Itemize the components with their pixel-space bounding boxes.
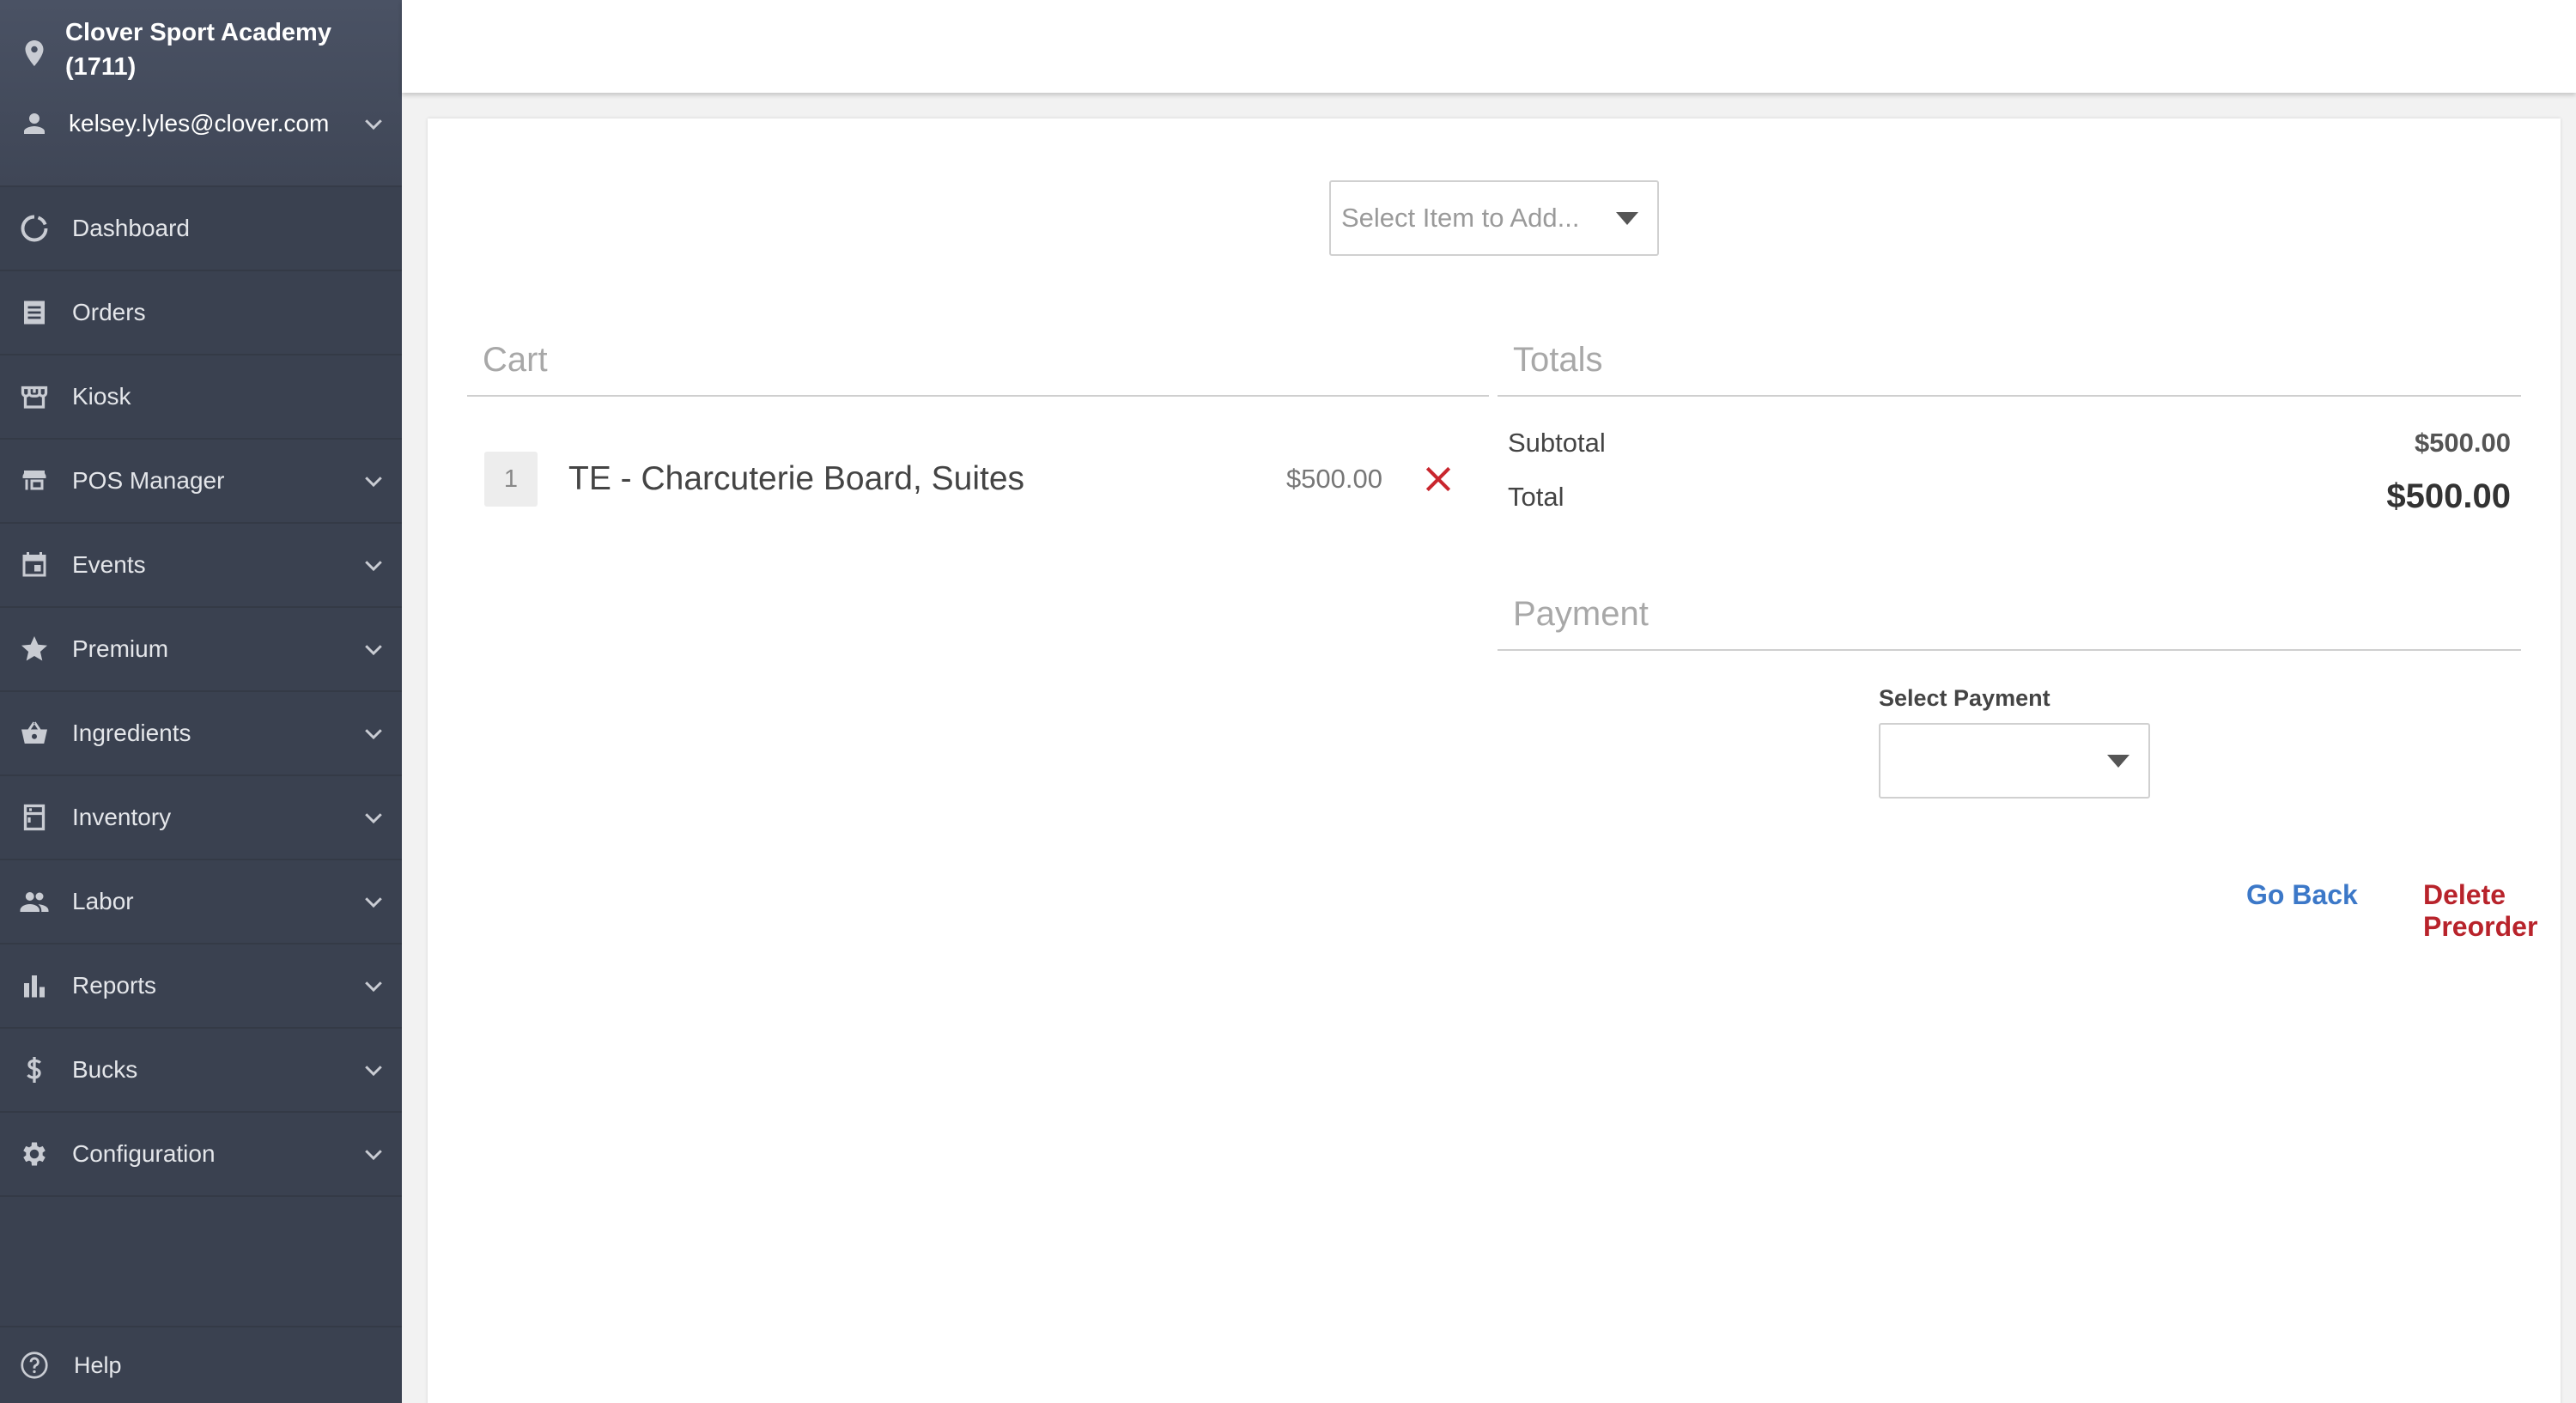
gear-icon (23, 1142, 46, 1166)
total-row: Total $500.00 (1508, 477, 2511, 516)
location-pin-icon (25, 40, 44, 66)
sidebar-item-label: Bucks (72, 1056, 138, 1083)
calendar-icon (22, 552, 46, 577)
sidebar-nav: Dashboard Orders Kiosk POS Manager Event… (0, 187, 402, 1197)
sidebar-item-label: Dashboard (72, 215, 190, 241)
sidebar-help[interactable]: Help (0, 1326, 402, 1403)
cart-item-price: $500.00 (1285, 464, 1382, 494)
caret-down-icon (1616, 211, 1638, 225)
sidebar-item-kiosk[interactable]: Kiosk (0, 355, 402, 440)
cart-item-row: 1 TE - Charcuterie Board, Suites $500.00 (484, 452, 1455, 507)
select-payment-label: Select Payment (1879, 685, 2050, 711)
chevron-down-icon[interactable] (361, 1057, 386, 1083)
go-back-button[interactable]: Go Back (2246, 879, 2358, 911)
cart-item-name: TE - Charcuterie Board, Suites (568, 460, 1025, 497)
user-email: kelsey.lyles@clover.com (69, 110, 330, 137)
sidebar-item-label: Ingredients (72, 720, 191, 746)
total-value: $500.00 (2386, 477, 2511, 515)
subtotal-label: Subtotal (1508, 428, 1606, 458)
sidebar-item-label: Labor (72, 888, 134, 914)
basket-icon (21, 721, 47, 744)
sidebar-item-label: POS Manager (72, 467, 225, 494)
delete-preorder-button[interactable]: Delete Preorder (2423, 879, 2561, 943)
payment-heading: Payment (1498, 579, 2521, 651)
dollar-icon (27, 1057, 42, 1083)
chevron-down-icon[interactable] (361, 889, 386, 914)
item-select-dropdown[interactable]: Select Item to Add... (1329, 180, 1659, 256)
venue-selector[interactable]: Clover Sport Academy (1711) (19, 15, 374, 84)
sidebar-item-pos-manager[interactable]: POS Manager (0, 440, 402, 524)
sidebar-header: Clover Sport Academy (1711) kelsey.lyles… (0, 0, 402, 187)
caret-down-icon (2107, 754, 2129, 768)
sidebar-item-label: Events (72, 551, 146, 578)
sidebar-item-events[interactable]: Events (0, 524, 402, 608)
chevron-down-icon[interactable] (361, 805, 386, 830)
star-icon (21, 636, 47, 661)
sidebar-item-label: Premium (72, 635, 169, 662)
help-label: Help (74, 1351, 122, 1378)
help-icon (21, 1351, 48, 1379)
chevron-down-icon[interactable] (361, 1141, 386, 1167)
item-select-placeholder: Select Item to Add... (1341, 203, 1580, 233)
sidebar-item-orders[interactable]: Orders (0, 271, 402, 355)
sidebar-item-reports[interactable]: Reports (0, 944, 402, 1029)
sidebar-item-label: Configuration (72, 1140, 216, 1167)
sidebar-item-bucks[interactable]: Bucks (0, 1029, 402, 1113)
inventory-icon (23, 804, 46, 831)
store-icon (22, 471, 46, 490)
user-icon (24, 113, 45, 134)
top-bar (402, 0, 2576, 93)
kiosk-icon (21, 386, 48, 409)
chevron-down-icon[interactable] (361, 552, 386, 578)
sidebar-item-label: Kiosk (72, 383, 131, 410)
cart-item-qty[interactable]: 1 (484, 452, 538, 507)
remove-item-icon[interactable] (1422, 463, 1455, 495)
chevron-down-icon[interactable] (361, 973, 386, 999)
totals-heading: Totals (1498, 325, 2521, 397)
sidebar-item-label: Reports (72, 972, 157, 999)
sidebar-item-configuration[interactable]: Configuration (0, 1113, 402, 1197)
dashboard-icon (21, 215, 48, 242)
chevron-down-icon[interactable] (361, 636, 386, 662)
subtotal-row: Subtotal $500.00 (1508, 428, 2511, 459)
chevron-down-icon[interactable] (361, 468, 386, 494)
payment-select-dropdown[interactable] (1879, 723, 2150, 799)
people-icon (20, 892, 49, 912)
chevron-down-icon[interactable] (361, 720, 386, 746)
sidebar-item-inventory[interactable]: Inventory (0, 776, 402, 860)
subtotal-value: $500.00 (2414, 428, 2511, 458)
venue-name: Clover Sport Academy (1711) (65, 19, 331, 81)
sidebar-item-premium[interactable]: Premium (0, 608, 402, 692)
sidebar-item-dashboard[interactable]: Dashboard (0, 187, 402, 271)
cart-heading: Cart (467, 325, 1489, 397)
orders-icon (24, 301, 45, 325)
sidebar: Clover Sport Academy (1711) kelsey.lyles… (0, 0, 402, 1403)
sidebar-item-ingredients[interactable]: Ingredients (0, 692, 402, 776)
sidebar-item-label: Orders (72, 299, 146, 325)
user-menu[interactable]: kelsey.lyles@clover.com (19, 108, 386, 139)
total-label: Total (1508, 481, 1564, 512)
sidebar-item-label: Inventory (72, 804, 172, 830)
bar-chart-icon (24, 975, 45, 998)
preorder-card: Select Item to Add... Cart 1 TE - Charcu… (428, 118, 2561, 1403)
sidebar-item-labor[interactable]: Labor (0, 860, 402, 944)
chevron-down-icon[interactable] (361, 111, 386, 137)
